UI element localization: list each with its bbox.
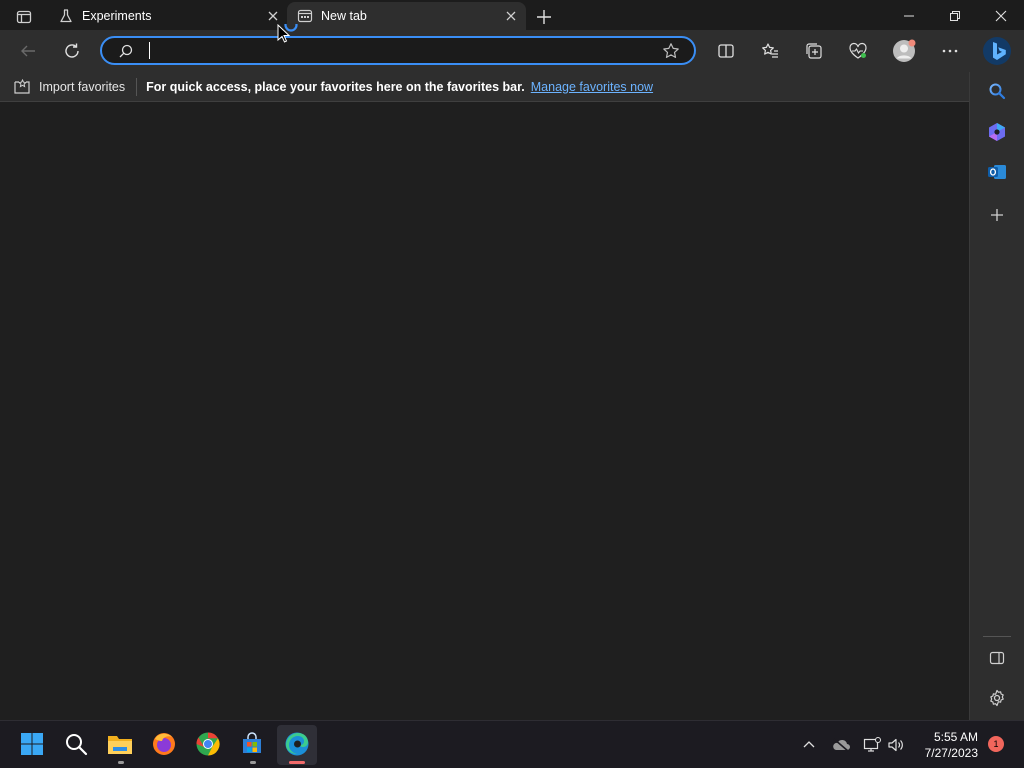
clock-time: 5:55 AM xyxy=(933,730,978,744)
sidebar-add-button[interactable] xyxy=(986,204,1008,226)
taskbar-firefox[interactable] xyxy=(151,731,177,757)
back-arrow-icon xyxy=(21,45,35,57)
add-favorite-star-icon[interactable] xyxy=(662,42,680,60)
volume-icon xyxy=(888,738,903,752)
title-bar: Experiments New tab xyxy=(0,0,1024,34)
show-hidden-icons-button[interactable] xyxy=(799,735,819,755)
favorites-divider xyxy=(136,77,138,96)
hide-sidebar-icon xyxy=(989,651,1005,665)
running-indicator xyxy=(118,761,124,764)
tab-actions-button[interactable] xyxy=(8,4,40,30)
chevron-up-icon xyxy=(803,741,815,748)
network-tray-button[interactable] xyxy=(862,735,882,755)
restore-button[interactable] xyxy=(942,5,968,27)
taskbar-file-explorer[interactable] xyxy=(107,731,133,757)
collections-icon xyxy=(806,43,822,59)
address-bar[interactable] xyxy=(100,36,696,65)
taskbar-store[interactable] xyxy=(239,731,265,757)
loading-cursor-icon xyxy=(277,24,298,43)
navigation-toolbar xyxy=(0,30,1024,72)
sidebar-divider xyxy=(983,636,1011,637)
split-screen-icon xyxy=(718,44,734,58)
import-favorites-label: Import favorites xyxy=(39,79,126,94)
close-tab-icon[interactable] xyxy=(504,9,518,23)
newtab-page-icon xyxy=(297,9,313,23)
bing-logo-icon xyxy=(983,37,1011,65)
restore-icon xyxy=(950,11,960,21)
hide-sidebar-button[interactable] xyxy=(986,647,1008,669)
favorites-button[interactable] xyxy=(758,39,782,63)
copilot-icon xyxy=(989,123,1005,141)
windows-taskbar: 5:55 AM 7/27/2023 1 xyxy=(0,720,1024,768)
tab-actions-icon xyxy=(16,10,32,24)
profile-button[interactable] xyxy=(892,39,916,63)
bing-chat-button[interactable] xyxy=(982,36,1012,66)
tab-title: New tab xyxy=(321,9,367,23)
browser-essentials-button[interactable] xyxy=(846,39,870,63)
new-tab-plus-icon[interactable] xyxy=(533,6,555,28)
chrome-icon xyxy=(196,732,220,756)
flask-icon xyxy=(60,9,72,23)
manage-favorites-link[interactable]: Manage favorites now xyxy=(531,80,653,94)
taskbar-edge[interactable] xyxy=(284,731,310,757)
import-favorites-icon xyxy=(14,78,30,94)
search-icon xyxy=(66,734,88,756)
add-icon xyxy=(991,209,1003,221)
close-icon xyxy=(995,10,1007,22)
network-icon xyxy=(863,737,881,752)
sidebar-settings-button[interactable] xyxy=(986,687,1008,709)
search-icon xyxy=(989,83,1006,100)
windows-start-icon xyxy=(21,733,43,755)
close-tab-icon[interactable] xyxy=(266,9,280,23)
taskbar-search-button[interactable] xyxy=(63,731,89,757)
outlook-icon xyxy=(988,165,1006,179)
taskbar-chrome[interactable] xyxy=(195,731,221,757)
clock-date: 7/27/2023 xyxy=(924,746,978,760)
page-content xyxy=(0,102,969,720)
collections-button[interactable] xyxy=(802,39,826,63)
favorites-list-icon xyxy=(762,43,778,58)
minimize-button[interactable] xyxy=(896,5,922,27)
system-clock[interactable]: 5:55 AM 7/27/2023 xyxy=(914,729,978,761)
settings-more-button[interactable] xyxy=(938,39,962,63)
refresh-button[interactable] xyxy=(60,39,84,63)
favorites-hint-text: For quick access, place your favorites h… xyxy=(146,79,525,94)
taskbar-start-button[interactable] xyxy=(19,731,45,757)
onedrive-offline-icon xyxy=(833,738,850,752)
search-icon xyxy=(119,44,133,58)
back-button[interactable] xyxy=(16,39,40,63)
text-caret xyxy=(149,42,150,59)
edge-icon xyxy=(285,732,309,756)
mouse-cursor xyxy=(277,24,301,48)
browser-essentials-heart-icon xyxy=(849,42,867,59)
import-favorites-button[interactable]: Import favorites xyxy=(13,78,126,95)
sidebar-search-button[interactable] xyxy=(986,80,1008,102)
sidebar-outlook-button[interactable] xyxy=(986,161,1008,183)
notification-badge[interactable]: 1 xyxy=(988,736,1004,752)
sidebar-copilot-button[interactable] xyxy=(986,121,1008,143)
tab-experiments[interactable]: Experiments xyxy=(48,2,288,30)
active-app-indicator xyxy=(289,761,305,764)
favorites-bar: Import favorites For quick access, place… xyxy=(0,72,969,102)
firefox-icon xyxy=(153,733,175,755)
onedrive-tray-button[interactable] xyxy=(831,735,851,755)
settings-icon xyxy=(990,689,1004,707)
close-window-button[interactable] xyxy=(988,5,1014,27)
more-horizontal-icon xyxy=(942,49,958,53)
profile-avatar-icon xyxy=(893,39,916,62)
tab-new-tab[interactable]: New tab xyxy=(287,2,526,30)
file-explorer-icon xyxy=(108,736,132,754)
address-input[interactable] xyxy=(146,40,650,63)
refresh-icon xyxy=(65,43,79,58)
running-indicator xyxy=(250,761,256,764)
store-icon xyxy=(243,732,261,753)
tab-title: Experiments xyxy=(82,9,152,23)
volume-tray-button[interactable] xyxy=(886,735,906,755)
split-screen-button[interactable] xyxy=(714,39,738,63)
edge-sidebar xyxy=(969,72,1024,720)
minimize-icon xyxy=(904,15,914,17)
